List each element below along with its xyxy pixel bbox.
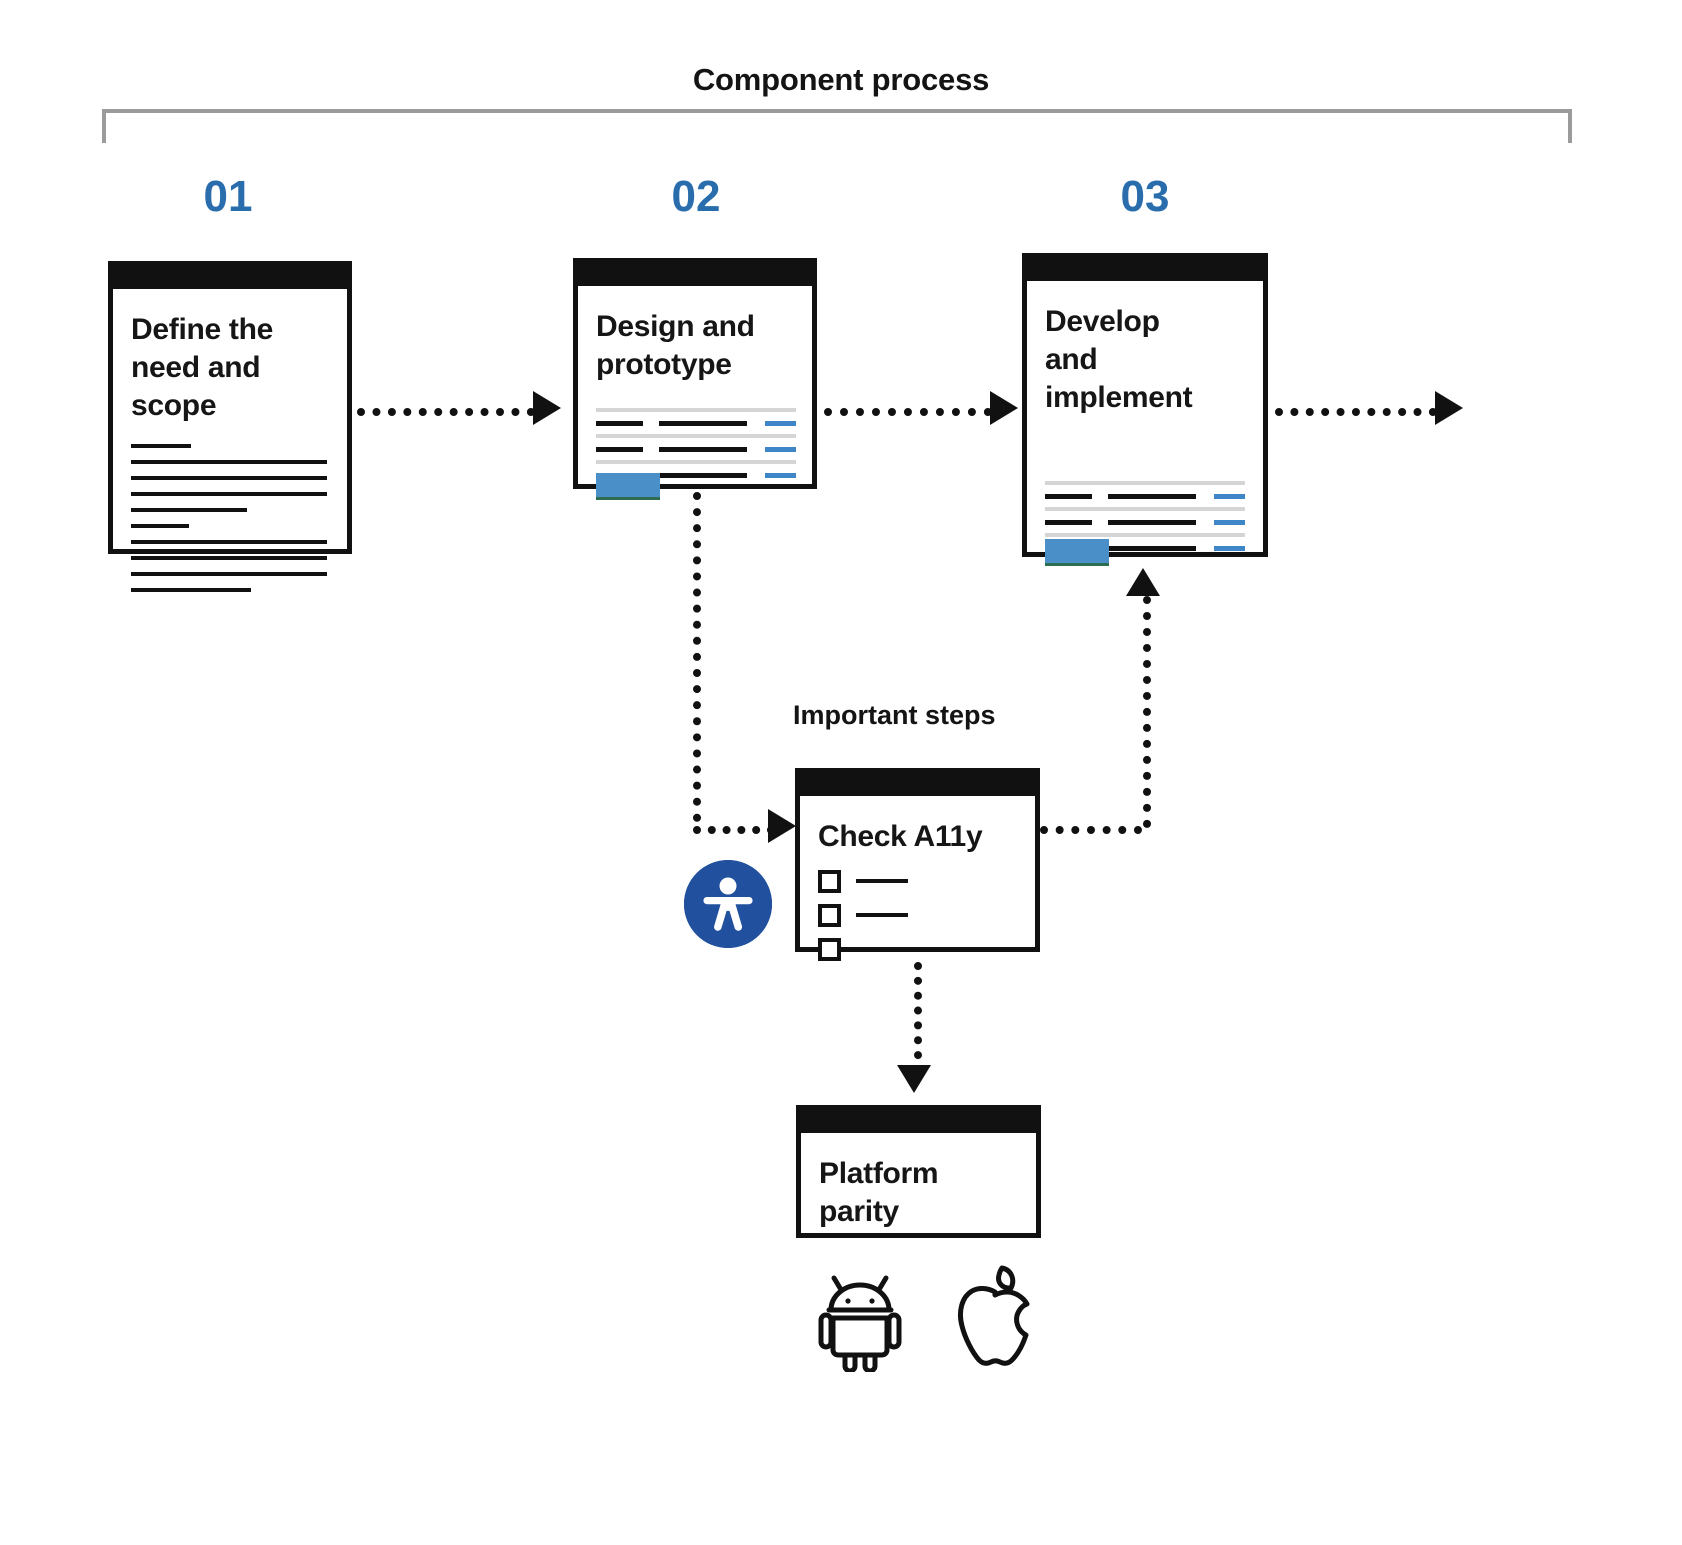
- card-develop-and-implement[interactable]: Develop and implement: [1022, 253, 1268, 566]
- arrow-a11y-to-platform-line: [914, 962, 922, 1074]
- important-steps-label: Important steps: [793, 700, 996, 730]
- bracket-left-tick: [102, 109, 106, 143]
- card-titlebar: [796, 1105, 1041, 1133]
- arrow-step3-to-next-head: [1435, 391, 1463, 425]
- checkbox-icon[interactable]: [818, 869, 841, 893]
- card-title: Develop and implement: [1045, 305, 1193, 414]
- arrow-step1-to-step2-head: [533, 391, 561, 425]
- bracket-bar: [102, 109, 1572, 113]
- arrow-step2-to-a11y-head: [768, 809, 796, 843]
- apple-icon: [945, 1262, 1045, 1377]
- arrow-a11y-to-step3-horizontal: [1040, 826, 1142, 834]
- primary-button-graphic[interactable]: [1045, 539, 1109, 566]
- card-title: Platform parity: [819, 1157, 939, 1228]
- checklist-item-line: [856, 913, 908, 918]
- arrow-a11y-to-step3-head: [1126, 568, 1160, 596]
- arrow-step2-to-a11y-horizontal: [693, 826, 775, 834]
- card-titlebar: [573, 258, 817, 286]
- card-platform-parity[interactable]: Platform parity: [796, 1105, 1041, 1238]
- android-icon: [805, 1262, 915, 1377]
- platform-icons-row: [805, 1262, 1045, 1377]
- checklist-item-line: [856, 947, 908, 952]
- card-titlebar: [795, 768, 1040, 796]
- checkbox-icon[interactable]: [818, 937, 841, 961]
- checklist-item[interactable]: [818, 869, 1017, 893]
- arrow-step1-to-step2-line: [357, 408, 535, 416]
- step-number-02: 02: [671, 172, 721, 221]
- step-number-03: 03: [1120, 172, 1170, 221]
- checklist-item-line: [856, 879, 908, 884]
- card-title: Define the need and scope: [131, 313, 274, 422]
- checklist-item[interactable]: [818, 937, 1017, 961]
- card-define-need-and-scope[interactable]: Define the need and scope: [108, 261, 352, 592]
- card-body: Develop and implement: [1022, 281, 1268, 566]
- card-title: Check A11y: [818, 820, 983, 853]
- step-number-01: 01: [203, 172, 253, 221]
- document-lines-graphic: [131, 444, 331, 604]
- card-body: Define the need and scope: [108, 289, 352, 592]
- primary-button-graphic[interactable]: [596, 473, 660, 500]
- card-body: Check A11y: [795, 796, 1040, 961]
- bracket-right-tick: [1568, 109, 1572, 143]
- arrow-a11y-to-platform-head: [897, 1065, 931, 1093]
- arrow-step2-to-a11y-vertical: [693, 492, 701, 822]
- card-title: Design and prototype: [596, 310, 755, 381]
- card-check-a11y[interactable]: Check A11y: [795, 768, 1040, 961]
- component-process-bracket: [102, 109, 1572, 143]
- card-titlebar: [108, 261, 352, 289]
- card-body: Design and prototype: [573, 286, 817, 500]
- arrow-step3-to-next-line: [1275, 408, 1437, 416]
- diagram-canvas: Component process 01 02 03 Define the ne…: [0, 0, 1682, 1545]
- card-design-and-prototype[interactable]: Design and prototype: [573, 258, 817, 500]
- page-title: Component process: [692, 62, 990, 97]
- checklist-item[interactable]: [818, 903, 1017, 927]
- arrow-a11y-to-step3-vertical: [1143, 596, 1151, 828]
- checklist: [818, 869, 1017, 961]
- checkbox-icon[interactable]: [818, 903, 841, 927]
- arrow-step2-to-step3-line: [824, 408, 992, 416]
- card-body: Platform parity: [796, 1133, 1041, 1238]
- arrow-step2-to-step3-head: [990, 391, 1018, 425]
- card-titlebar: [1022, 253, 1268, 281]
- accessibility-icon: [684, 860, 772, 948]
